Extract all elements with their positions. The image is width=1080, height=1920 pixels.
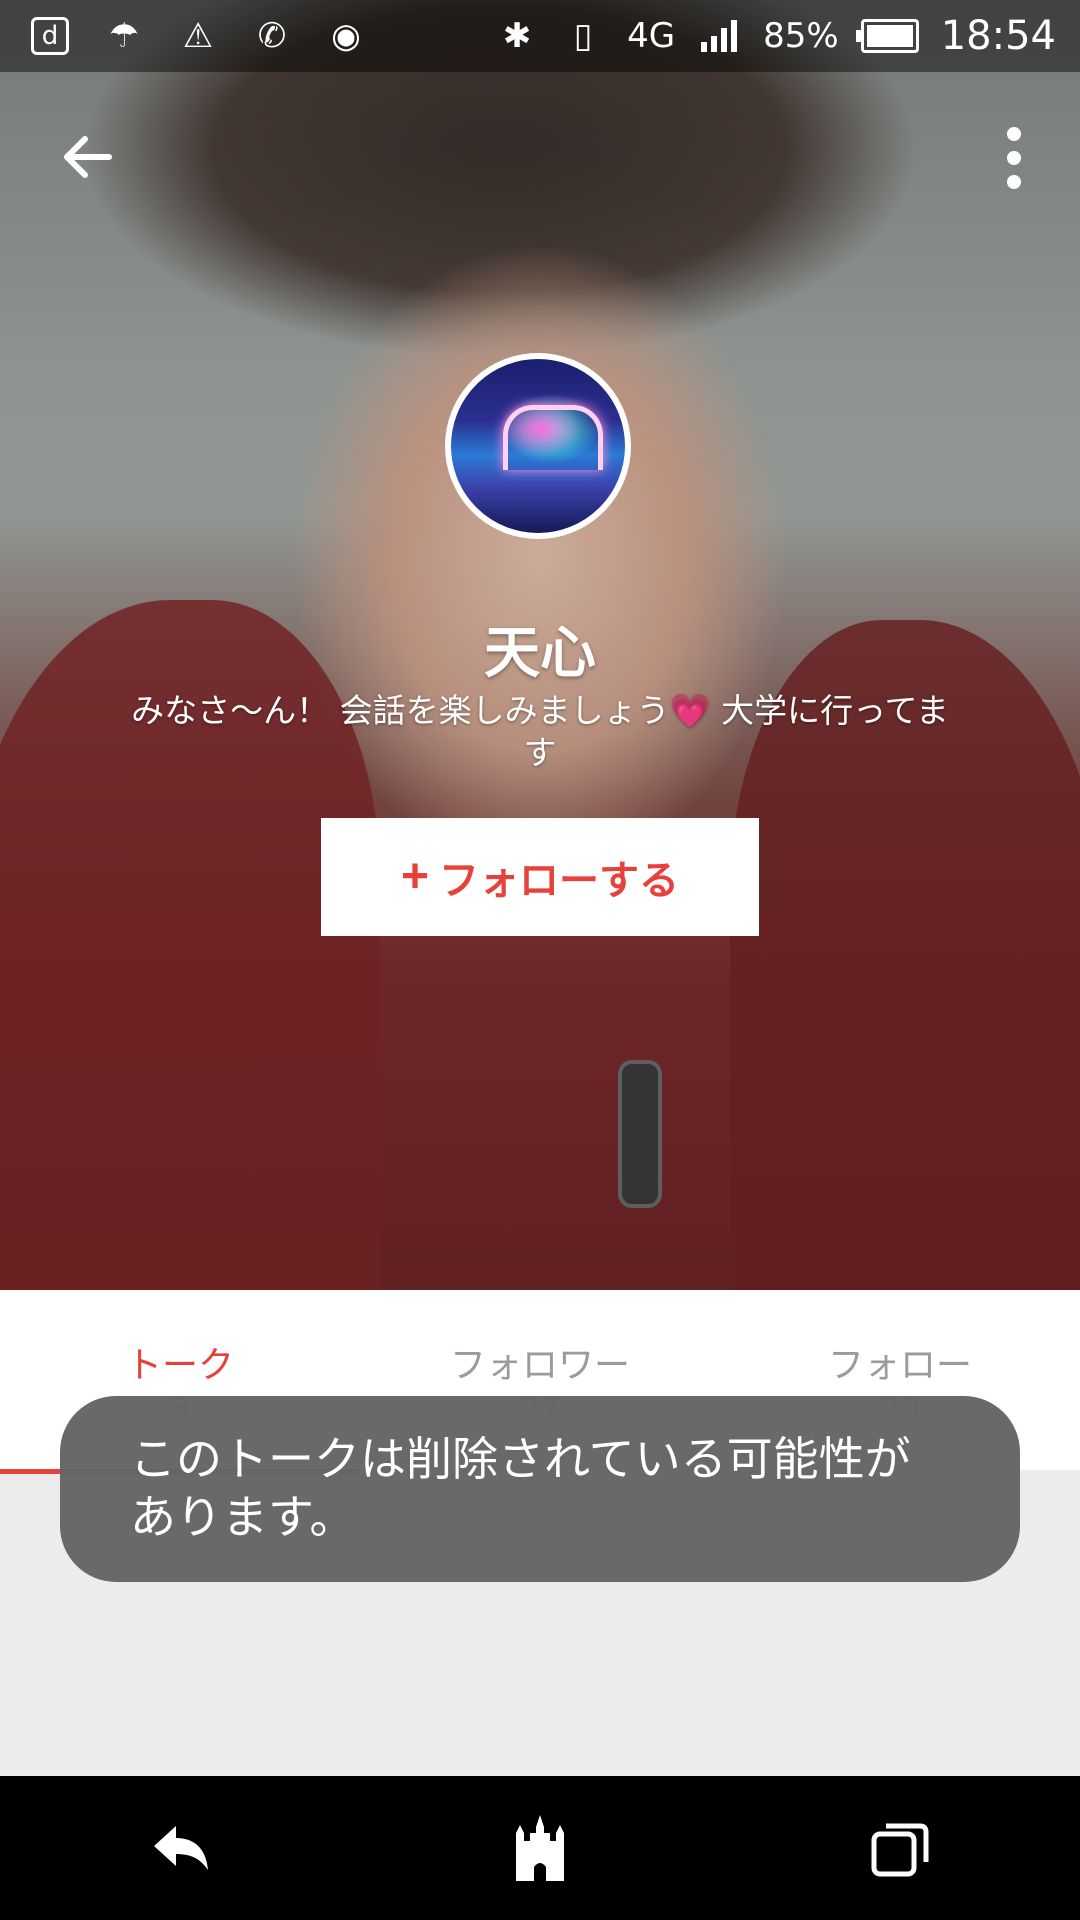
avatar-illumination-arch: [503, 405, 603, 470]
system-nav-bar: [0, 1776, 1080, 1920]
nav-recents-button[interactable]: [840, 1798, 960, 1898]
weather-icon: ☂: [108, 16, 140, 56]
tab-followers-label: フォロワー: [449, 1345, 630, 1386]
profile-name: 天心: [484, 621, 596, 686]
more-options-button[interactable]: [984, 118, 1044, 198]
profile-bio: みなさ〜ん！ 会話を楽しみましょう💗 大学に行ってます: [131, 691, 949, 772]
plus-icon: +: [400, 850, 430, 903]
back-icon: [154, 1826, 208, 1870]
status-left-icons: d ☂ ⚠ ✆ ◉: [28, 14, 368, 58]
battery-percent: 85%: [763, 16, 839, 56]
more-vert-icon: [1007, 175, 1021, 189]
disc-icon: ◉: [331, 16, 361, 56]
home-castle-icon: [516, 1815, 564, 1881]
tab-talk-label: トーク: [125, 1345, 234, 1386]
more-vert-icon: [1007, 151, 1021, 165]
network-type: 4G: [627, 16, 676, 56]
toast-message: このトークは削除されている可能性があります。: [60, 1396, 1020, 1582]
bluetooth-icon: ✱: [502, 16, 532, 56]
warning-icon: ⚠: [182, 16, 214, 56]
follow-button-label: フォローする: [439, 859, 680, 903]
follow-button[interactable]: + フォローする: [321, 818, 759, 936]
status-bar: d ☂ ⚠ ✆ ◉ ✱ ▯ 4G 85% 18:54: [0, 0, 1080, 72]
status-right-icons: ✱ ▯ 4G 85% 18:54: [495, 10, 1056, 62]
nav-home-button[interactable]: [480, 1798, 600, 1898]
toast-text: このトークは削除されている可能性があります。: [130, 1432, 911, 1544]
recents-icon: [871, 1823, 929, 1877]
nav-back-button[interactable]: [120, 1798, 240, 1898]
back-button[interactable]: [52, 122, 122, 192]
d-app-icon: d: [28, 14, 72, 58]
back-arrow-icon: [64, 136, 112, 178]
d-app-label: d: [31, 17, 69, 55]
call-settings-icon: ✆: [257, 16, 287, 56]
more-vert-icon: [1007, 127, 1021, 141]
avatar[interactable]: [445, 353, 631, 539]
nfc-icon: ▯: [573, 16, 593, 56]
tab-following-label: フォロー: [827, 1345, 972, 1386]
battery-icon: [855, 19, 919, 53]
clock: 18:54: [940, 13, 1056, 59]
signal-icon: [697, 14, 741, 58]
